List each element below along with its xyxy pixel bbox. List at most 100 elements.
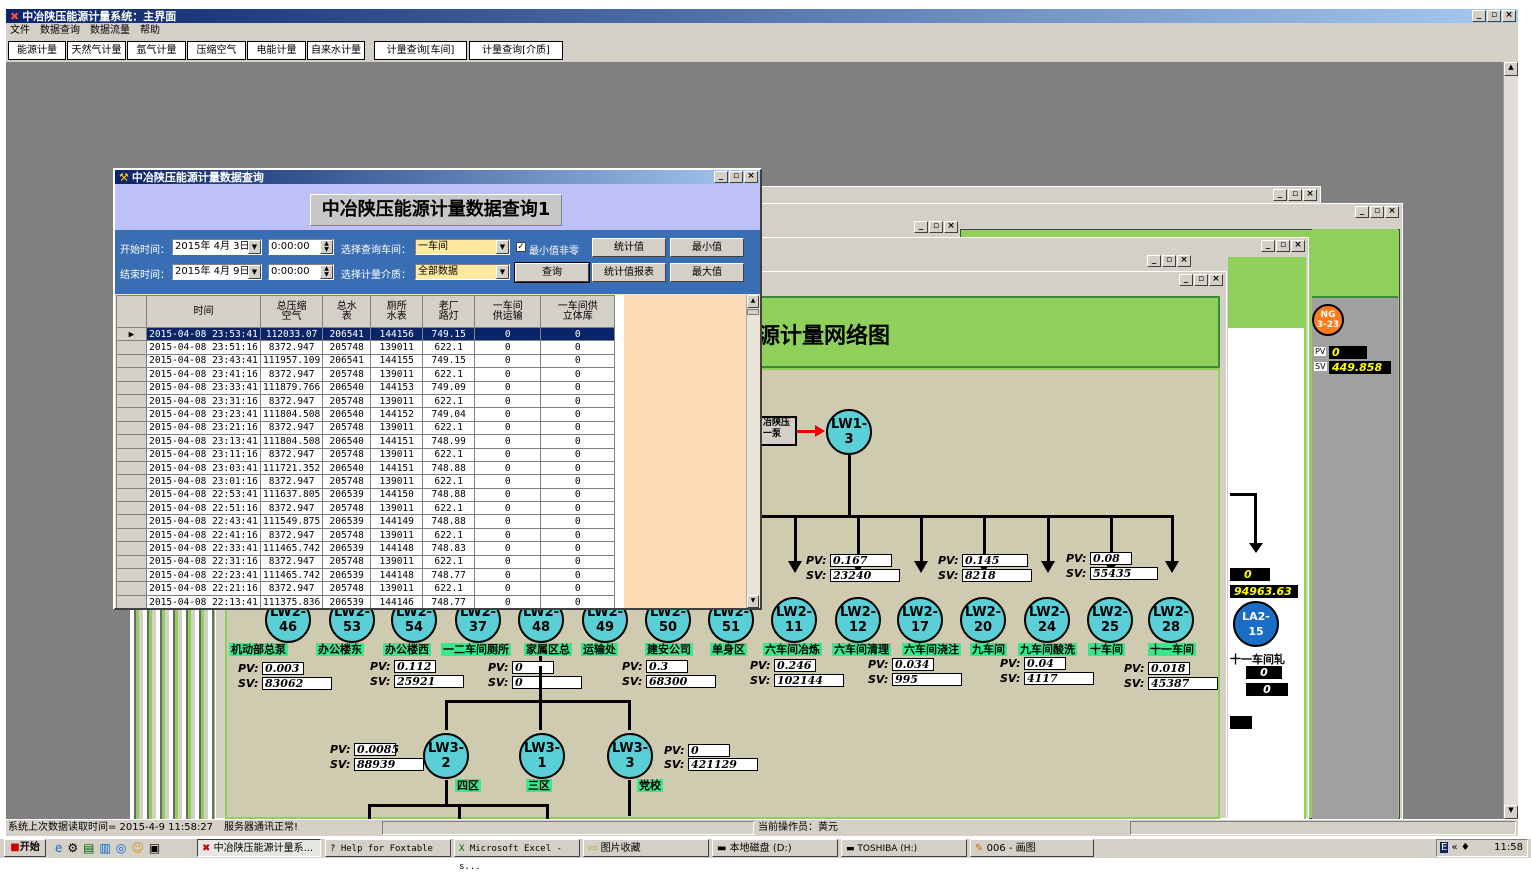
node-lw2-9[interactable]: LW2- 12: [835, 597, 881, 643]
column-header[interactable]: 一车间 供运输: [474, 295, 542, 328]
column-header[interactable]: 总水 表: [322, 295, 372, 328]
query-button[interactable]: 查询: [514, 262, 590, 283]
column-header[interactable]: 老厂 路灯: [422, 295, 476, 328]
start-button[interactable]: ■开始: [4, 839, 46, 857]
node-lw3-3[interactable]: LW3- 3: [607, 733, 653, 779]
node-lw3-1[interactable]: LW3- 1: [519, 733, 565, 779]
tab-natural-gas[interactable]: 天然气计量: [67, 41, 126, 60]
start-date-picker[interactable]: 2015年 4月 3日 ▼: [172, 239, 262, 255]
ime-icon[interactable]: E: [1440, 842, 1449, 853]
table-row[interactable]: 2015-04-08 22:41:16 8372.947 205748 139011 6…: [116, 527, 616, 543]
tab-electric[interactable]: 电能计量: [247, 41, 306, 60]
menu-help[interactable]: 帮助: [140, 23, 160, 39]
folder-icon[interactable]: ▤: [83, 841, 94, 855]
row-selector[interactable]: [116, 340, 147, 355]
ie-icon[interactable]: e: [55, 841, 62, 855]
table-row[interactable]: ▶ 2015-04-08 23:53:41 112033.07 206541 14415…: [116, 326, 616, 342]
data-grid[interactable]: 时间 总压缩 空气 总水 表厕所 水表 老厂 路灯 一车间 供运输 一车间供 立体库 ▶ 2…: [116, 295, 624, 608]
column-header[interactable]: 时间: [146, 295, 261, 328]
task-drive-h[interactable]: ▬ TOSHIBA (H:): [841, 839, 967, 857]
diagram-close[interactable]: ×: [1209, 274, 1223, 286]
column-header[interactable]: 一车间供 立体库: [540, 295, 616, 328]
node-lw2-11[interactable]: LW2- 20: [960, 597, 1006, 643]
node-lw1-3[interactable]: LW1-3: [826, 409, 872, 455]
node-la2-15[interactable]: LA2-15: [1233, 601, 1279, 647]
row-selector[interactable]: [116, 501, 147, 516]
table-row[interactable]: 2015-04-08 22:51:16 8372.947 205748 139011 6…: [116, 501, 616, 516]
row-selector[interactable]: [116, 514, 147, 529]
row-selector[interactable]: [116, 460, 147, 476]
desktop-icon[interactable]: ▣: [149, 841, 160, 855]
table-row[interactable]: 2015-04-08 23:33:41 111879.766 206540 14415…: [116, 380, 616, 395]
row-selector[interactable]: [116, 594, 147, 608]
row-selector[interactable]: [116, 581, 147, 596]
max-button[interactable]: 最大值: [670, 263, 744, 282]
tab-query-workshop[interactable]: 计量查询[车间]: [374, 41, 467, 60]
diagram-restore[interactable]: ▫: [1194, 274, 1208, 286]
task-paint[interactable]: ✎ 006 - 画图: [970, 839, 1094, 857]
node-lw2-12[interactable]: LW2- 24: [1024, 597, 1070, 643]
table-row[interactable]: 2015-04-08 23:13:41 111804.508 206540 14415…: [116, 434, 616, 449]
chevron-down-icon[interactable]: ▼: [496, 265, 509, 279]
diagram-minimize[interactable]: _: [1179, 274, 1193, 286]
chevron-down-icon[interactable]: ▼: [248, 265, 261, 279]
chevron-down-icon[interactable]: ▼: [248, 240, 261, 254]
tab-compressed-air[interactable]: 压缩空气: [187, 41, 246, 60]
tray-icon[interactable]: ♦: [1461, 842, 1470, 853]
task-foxtable-help[interactable]: ? Help for Foxtable: [325, 839, 451, 857]
row-selector[interactable]: [116, 474, 147, 489]
row-selector[interactable]: [116, 541, 147, 556]
tab-energy[interactable]: 能源计量: [8, 41, 66, 60]
row-selector[interactable]: [116, 527, 147, 543]
table-row[interactable]: 2015-04-08 22:31:16 8372.947 205748 139011 6…: [116, 554, 616, 570]
row-selector[interactable]: [116, 554, 147, 570]
close-button[interactable]: ×: [1502, 10, 1516, 22]
tab-tap-water[interactable]: 自来水计量: [307, 41, 365, 60]
grid-scrollbar[interactable]: ▲ ▼: [746, 295, 759, 608]
table-row[interactable]: 2015-04-08 22:21:16 8372.947 205748 139011 6…: [116, 581, 616, 596]
minimize-button[interactable]: _: [1472, 10, 1486, 22]
medium-select[interactable]: 全部数据 ▼: [415, 264, 510, 280]
menu-data-flow[interactable]: 数据流量: [90, 23, 130, 39]
table-row[interactable]: 2015-04-08 23:43:41 111957.109 206541 14415…: [116, 353, 616, 369]
node-lw2-10[interactable]: LW2- 17: [897, 597, 943, 643]
menu-file[interactable]: 文件: [10, 23, 30, 39]
table-row[interactable]: 2015-04-08 22:43:41 111549.875 206539 14414…: [116, 514, 616, 529]
restore-button[interactable]: ▫: [1487, 10, 1501, 22]
row-selector[interactable]: [116, 487, 147, 503]
row-selector[interactable]: [116, 380, 147, 395]
table-row[interactable]: 2015-04-08 23:23:41 111804.508 206540 14415…: [116, 407, 616, 422]
row-selector[interactable]: [116, 407, 147, 422]
row-selector[interactable]: [116, 353, 147, 369]
table-row[interactable]: 2015-04-08 23:03:41 111721.352 206540 14415…: [116, 460, 616, 476]
table-row[interactable]: 2015-04-08 23:51:16 8372.947 205748 139011 6…: [116, 340, 616, 355]
menu-data-query[interactable]: 数据查询: [40, 23, 80, 39]
task-drive-d[interactable]: ▬ 本地磁盘 (D:): [712, 839, 838, 857]
row-selector[interactable]: [116, 393, 147, 409]
report-button[interactable]: 统计值报表: [592, 263, 666, 282]
dialog-minimize-button[interactable]: _: [714, 171, 728, 183]
table-row[interactable]: 2015-04-08 22:13:41 111375.836 206539 14414…: [116, 594, 616, 608]
start-time-input[interactable]: 0:00:00 ▲ ▼: [268, 239, 334, 255]
table-row[interactable]: 2015-04-08 23:31:16 8372.947 205748 139011 6…: [116, 393, 616, 409]
scrollbar-vertical[interactable]: ▲ ▼: [1503, 62, 1518, 819]
stat-button[interactable]: 统计值: [592, 238, 666, 257]
row-selector[interactable]: [116, 447, 147, 462]
dialog-restore-button[interactable]: ▫: [729, 171, 743, 183]
end-time-input[interactable]: 0:00:00 ▲ ▼: [268, 264, 334, 280]
task-main-app[interactable]: ✖ 中冶陕压能源计量系...: [197, 839, 321, 857]
dialog-close-button[interactable]: ×: [744, 171, 758, 183]
column-header[interactable]: 厕所 水表: [370, 295, 424, 328]
node-ng-3-23[interactable]: NG 3-23: [1312, 304, 1344, 336]
tab-query-medium[interactable]: 计量查询[介质]: [469, 41, 563, 60]
doc-icon[interactable]: ▥: [100, 841, 111, 855]
network-icon[interactable]: ⚙: [67, 841, 78, 855]
spin-icon[interactable]: ▲ ▼: [320, 265, 333, 279]
min-button[interactable]: 最小值: [670, 238, 744, 257]
task-pictures[interactable]: ▭ 图片收藏: [583, 839, 709, 857]
spin-icon[interactable]: ▲ ▼: [320, 240, 333, 254]
table-row[interactable]: 2015-04-08 22:23:41 111465.742 206539 14414…: [116, 568, 616, 583]
row-selector[interactable]: [116, 568, 147, 583]
media-icon[interactable]: ◎: [116, 841, 126, 855]
table-row[interactable]: 2015-04-08 23:01:16 8372.947 205748 139011 6…: [116, 474, 616, 489]
